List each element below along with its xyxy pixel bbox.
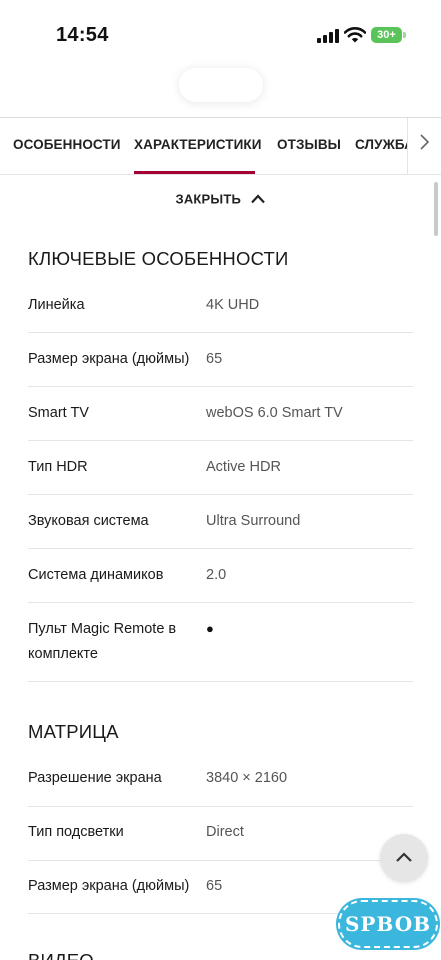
battery-icon: 30+: [371, 27, 402, 43]
spec-label: Разрешение экрана: [28, 770, 162, 786]
spec-label: Пульт Magic Remote в комплекте: [28, 621, 177, 662]
row-divider: [28, 386, 413, 387]
scroll-to-top-button[interactable]: [380, 834, 428, 882]
spec-value: 65: [206, 878, 223, 894]
included-indicator: ●: [206, 621, 214, 636]
watermark-text: SPBOB: [344, 912, 432, 936]
status-time: 14:54: [56, 24, 109, 46]
spec-value: 65: [206, 351, 223, 367]
cellular-signal-icon: [317, 29, 339, 43]
chevron-up-icon: [396, 852, 412, 862]
spec-label: Звуковая система: [28, 513, 149, 529]
spec-value: Active HDR: [206, 459, 281, 475]
tab-features[interactable]: ОСОБЕННОСТИ: [13, 137, 121, 152]
section-title-matrix: МАТРИЦА: [28, 721, 119, 742]
status-bar: 14:54 30+: [0, 0, 441, 72]
battery-level: 30+: [377, 29, 396, 41]
spec-label: Тип подсветки: [28, 824, 124, 840]
spec-value: 2.0: [206, 567, 227, 583]
section-title-key-features: КЛЮЧЕВЫЕ ОСОБЕННОСТИ: [28, 248, 289, 269]
product-tabs: ОСОБЕННОСТИ ХАРАКТЕРИСТИКИ ОТЗЫВЫ СЛУЖБА: [0, 118, 441, 174]
row-divider: [28, 602, 413, 603]
row-divider: [28, 332, 413, 333]
row-divider: [28, 494, 413, 495]
address-bar-pill[interactable]: [179, 68, 263, 102]
page-scrollbar[interactable]: [434, 182, 438, 236]
row-divider: [28, 860, 413, 861]
spec-label: Тип HDR: [28, 459, 88, 475]
spec-value: 3840 × 2160: [206, 770, 288, 786]
chevron-up-icon: [250, 194, 265, 204]
close-specs-button[interactable]: ЗАКРЫТЬ: [0, 190, 441, 216]
spec-label: Smart TV: [28, 405, 89, 421]
battery-tip: [403, 32, 406, 38]
section-title-video: ВИДЕО: [28, 950, 94, 960]
tab-specifications[interactable]: ХАРАКТЕРИСТИКИ: [134, 137, 262, 152]
close-label: ЗАКРЫТЬ: [175, 191, 242, 207]
row-divider: [28, 681, 413, 682]
row-divider: [28, 806, 413, 807]
tab-reviews[interactable]: ОТЗЫВЫ: [277, 137, 341, 152]
tab-service[interactable]: СЛУЖБА: [355, 137, 414, 152]
spec-value: webOS 6.0 Smart TV: [206, 405, 343, 421]
spec-label: Размер экрана (дюймы): [28, 878, 190, 894]
spec-label: Линейка: [28, 297, 85, 313]
wifi-icon: [344, 27, 366, 43]
tabs-scroll-right-button[interactable]: [407, 118, 441, 174]
spec-label: Система динамиков: [28, 567, 164, 583]
chevron-right-icon: [420, 134, 430, 150]
spec-label: Размер экрана (дюймы): [28, 351, 190, 367]
spec-value: 4K UHD: [206, 297, 260, 313]
watermark-logo: SPBOB: [330, 888, 440, 958]
spec-value: Direct: [206, 824, 244, 840]
row-divider: [28, 548, 413, 549]
tabs-divider: [0, 174, 441, 175]
row-divider: [28, 440, 413, 441]
spec-value: Ultra Surround: [206, 513, 301, 529]
